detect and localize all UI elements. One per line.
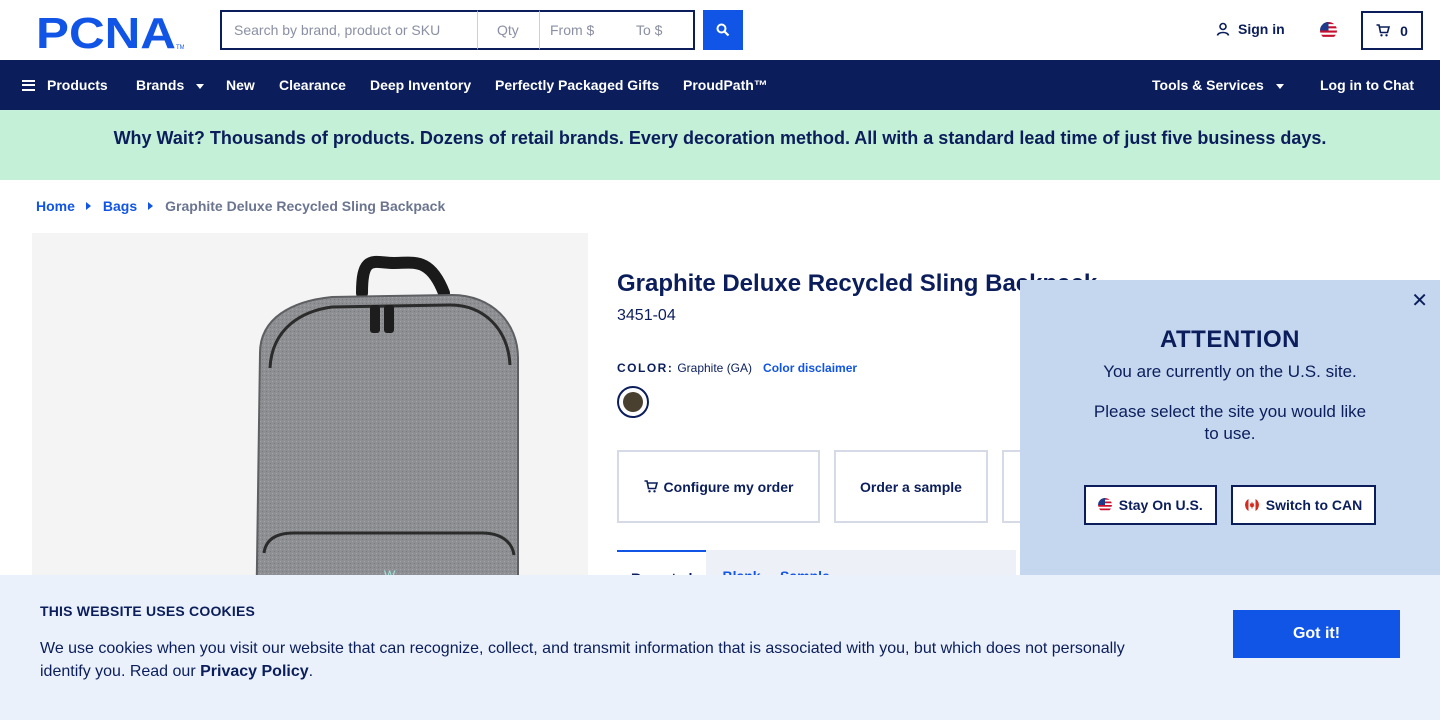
popup-buttons: Stay On U.S. Switch to CAN [1020, 485, 1440, 525]
menu-icon [22, 79, 35, 91]
nav-proudpath-label: ProudPath™ [683, 77, 768, 93]
stay-us-label: Stay On U.S. [1118, 497, 1203, 513]
us-flag-icon[interactable] [1320, 22, 1337, 39]
popup-current-site: You are currently on the U.S. site. [1103, 362, 1357, 381]
nav-deep-inventory-label: Deep Inventory [370, 77, 472, 93]
nav-clearance[interactable]: Clearance [279, 60, 346, 110]
order-sample-label: Order a sample [860, 478, 962, 495]
nav-brands-label: Brands [136, 77, 185, 93]
close-icon[interactable]: ✕ [1411, 288, 1428, 313]
nav-proudpath[interactable]: ProudPath™ [683, 60, 768, 110]
nav-deep-inventory[interactable]: Deep Inventory [370, 60, 471, 110]
cart-icon [1376, 24, 1391, 37]
nav-tools-label: Tools & Services [1152, 77, 1264, 93]
nav-chat-label: Log in to Chat [1320, 77, 1415, 93]
order-sample-button[interactable]: Order a sample [834, 450, 988, 523]
cart-count: 0 [1400, 22, 1408, 39]
popup-heading: ATTENTION [1159, 326, 1301, 353]
cart-button[interactable]: 0 [1361, 11, 1423, 50]
nav-new[interactable]: New [226, 60, 255, 110]
cookie-banner: THIS WEBSITE USES COOKIES We use cookies… [0, 575, 1440, 720]
nav-clearance-label: Clearance [279, 77, 346, 93]
popup-prompt: Please select the site you would like to… [1093, 402, 1367, 443]
cookie-text: We use cookies when you visit our websit… [40, 637, 1140, 683]
nav-products[interactable]: Products [22, 60, 108, 110]
promo-banner-text: Why Wait? Thousands of products. Dozens … [113, 128, 1327, 148]
nav-products-label: Products [47, 77, 108, 93]
main-nav: Products Brands New Clearance Deep Inven… [0, 60, 1440, 110]
user-icon [1216, 22, 1230, 36]
price-from-input[interactable] [550, 22, 604, 38]
us-flag-icon [1097, 498, 1112, 512]
search-bar [220, 10, 695, 50]
cookie-accept-button[interactable]: Got it! [1233, 610, 1400, 658]
switch-can-label: Switch to CAN [1265, 497, 1363, 513]
product-image-panel: W [32, 233, 588, 633]
stay-us-button[interactable]: Stay On U.S. [1083, 485, 1217, 525]
breadcrumb-home[interactable]: Home [36, 198, 75, 214]
switch-can-button[interactable]: Switch to CAN [1230, 485, 1377, 525]
chevron-down-icon [1275, 83, 1284, 89]
pcna-logo[interactable]: PCNA TM [36, 12, 184, 50]
sign-in-label: Sign in [1238, 21, 1285, 37]
search-input[interactable] [220, 10, 478, 50]
color-row: COLOR: Graphite (GA) Color disclaimer [617, 361, 857, 375]
product-image[interactable]: W [32, 233, 588, 633]
nav-new-label: New [226, 77, 255, 93]
product-sku: 3451-04 [617, 307, 676, 324]
configure-order-button[interactable]: Configure my order [617, 450, 820, 523]
nav-packaged-gifts[interactable]: Perfectly Packaged Gifts [495, 60, 659, 110]
nav-tools-services[interactable]: Tools & Services [1152, 60, 1284, 110]
promo-banner: Why Wait? Thousands of products. Dozens … [0, 110, 1440, 180]
cart-icon [644, 480, 658, 493]
breadcrumb: Home Bags Graphite Deluxe Recycled Sling… [36, 198, 445, 214]
canada-flag-icon [1244, 498, 1259, 512]
cookie-title: THIS WEBSITE USES COOKIES [40, 603, 256, 619]
configure-order-label: Configure my order [663, 478, 794, 495]
nav-brands[interactable]: Brands [136, 60, 205, 110]
color-disclaimer-link[interactable]: Color disclaimer [763, 361, 857, 375]
color-swatch-graphite[interactable] [617, 386, 649, 418]
color-value: Graphite (GA) [677, 361, 753, 375]
chevron-right-icon [148, 202, 154, 210]
site-header: PCNA TM Sign in [0, 0, 1440, 60]
color-label: COLOR: [617, 361, 674, 375]
nav-chat-login[interactable]: Log in to Chat [1320, 60, 1414, 110]
sign-in-link[interactable]: Sign in [1216, 21, 1285, 37]
cookie-period: . [308, 663, 314, 680]
site-select-popup: ✕ ATTENTION You are currently on the U.S… [1020, 280, 1440, 580]
chevron-right-icon [85, 202, 91, 210]
nav-packaged-gifts-label: Perfectly Packaged Gifts [495, 77, 660, 93]
price-to-input[interactable] [636, 22, 690, 38]
search-icon [716, 23, 730, 37]
breadcrumb-current: Graphite Deluxe Recycled Sling Backpack [165, 198, 446, 214]
svg-text:PCNA: PCNA [36, 12, 176, 50]
price-range [540, 10, 695, 50]
privacy-policy-link[interactable]: Privacy Policy [200, 663, 309, 680]
breadcrumb-bags[interactable]: Bags [103, 198, 137, 214]
chevron-down-icon [196, 83, 205, 89]
svg-text:TM: TM [176, 45, 184, 50]
search-button[interactable] [703, 10, 743, 50]
qty-input[interactable] [478, 10, 540, 50]
